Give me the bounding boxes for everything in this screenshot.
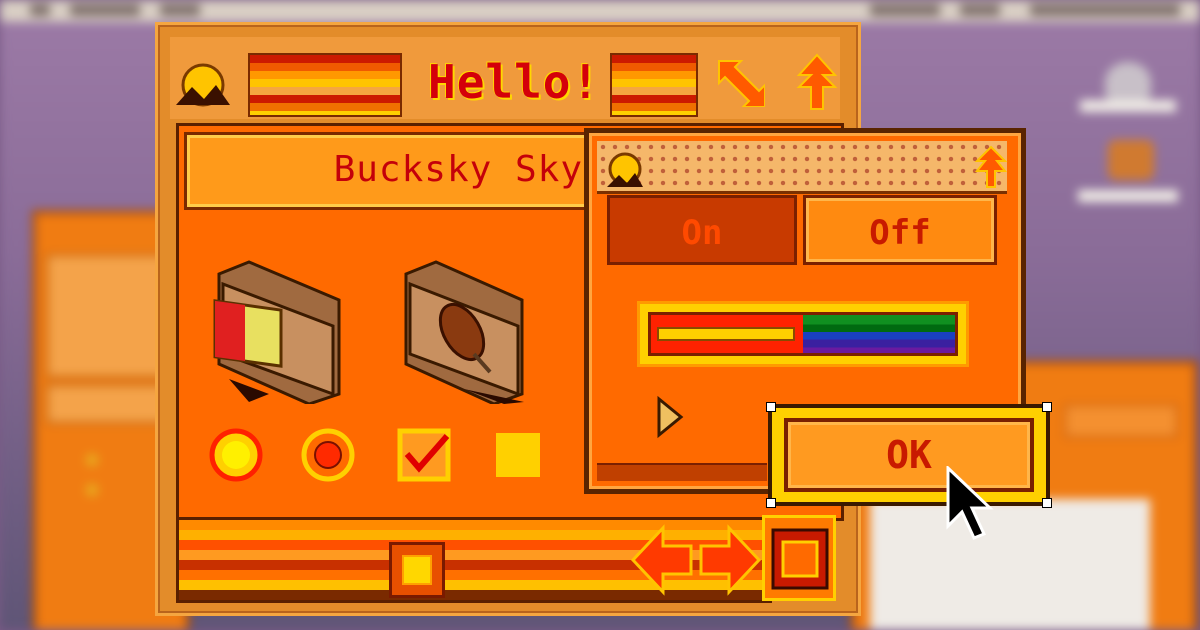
selection-handle	[766, 498, 776, 508]
folder-popsicle-icon[interactable]	[404, 254, 544, 404]
scroll-right-icon[interactable]	[697, 524, 763, 596]
name-field-text: Bucksky Sky	[333, 149, 583, 190]
palette-title-bar[interactable]	[597, 141, 1009, 194]
slider-fill	[651, 315, 803, 353]
title-stripes-right	[610, 53, 698, 117]
color-slider[interactable]	[637, 301, 969, 367]
checkbox-2[interactable]	[491, 428, 545, 482]
ok-button-label: OK	[784, 418, 1034, 492]
palette-bottom-bar	[597, 463, 767, 481]
app-icon	[1108, 140, 1154, 180]
resize-arrow-icon[interactable]	[715, 57, 765, 107]
play-icon[interactable]	[655, 395, 685, 439]
name-field[interactable]: Bucksky Sky	[184, 132, 600, 210]
selection-handle	[1042, 402, 1052, 412]
collapse-arrows-icon[interactable]	[973, 145, 1009, 189]
selection-handle	[1042, 498, 1052, 508]
title-bar[interactable]: Hello!	[170, 37, 840, 119]
checkbox-1[interactable]	[397, 428, 451, 482]
rainbow-bar	[803, 315, 955, 353]
radio-button-1[interactable]	[209, 428, 263, 482]
horizontal-scrollbar[interactable]	[176, 517, 772, 603]
selection-handle	[766, 402, 776, 412]
collapse-arrows-icon[interactable]	[795, 53, 839, 111]
menu-bar	[0, 0, 1200, 22]
off-button[interactable]: Off	[803, 195, 997, 265]
slider-track[interactable]	[648, 312, 958, 356]
title-stripes-left	[248, 53, 402, 117]
folder-sandwich-icon[interactable]	[209, 254, 349, 404]
sun-icon[interactable]	[174, 51, 232, 107]
sun-icon[interactable]	[605, 145, 645, 189]
disk-icon	[1105, 62, 1151, 102]
grow-box-icon	[771, 528, 829, 590]
scroll-left-icon[interactable]	[629, 524, 695, 596]
scroll-thumb[interactable]	[389, 542, 445, 598]
radio-button-2[interactable]	[301, 428, 355, 482]
ok-button[interactable]: OK	[766, 402, 1052, 508]
mouse-pointer-icon	[946, 466, 994, 540]
on-button[interactable]: On	[607, 195, 797, 265]
window-title: Hello!	[428, 55, 601, 109]
grow-box[interactable]	[762, 515, 836, 601]
